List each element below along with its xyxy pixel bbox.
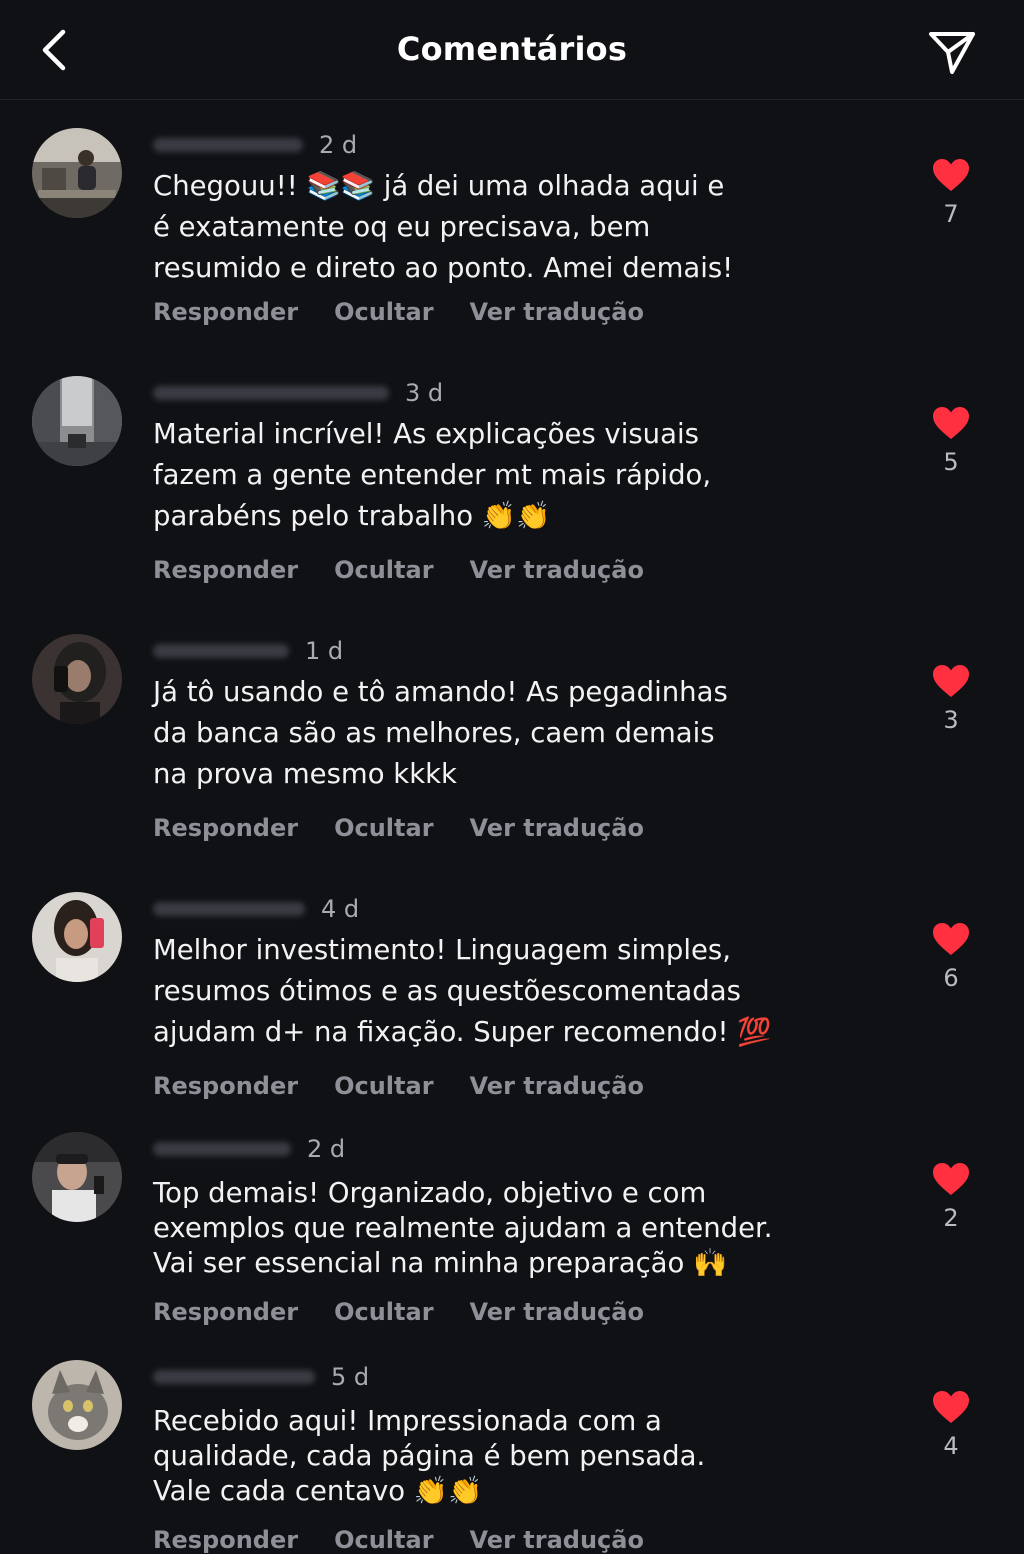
username-redacted[interactable] <box>153 138 303 152</box>
like-control: 2 <box>926 1162 976 1232</box>
comment-text: Melhor investimento! Linguagem simples, … <box>153 934 772 1048</box>
avatar[interactable] <box>32 1132 122 1222</box>
translate-button[interactable]: Ver tradução <box>470 814 644 842</box>
comment-text: Chegouu!! 📚📚 já dei uma olhada aqui e é … <box>153 170 734 284</box>
hide-button[interactable]: Ocultar <box>334 1526 433 1554</box>
comment-time: 2 d <box>307 1135 346 1163</box>
comment-actions: Responder Ocultar Ver tradução <box>153 1298 680 1326</box>
reply-button[interactable]: Responder <box>153 1298 298 1326</box>
hide-button[interactable]: Ocultar <box>334 1298 433 1326</box>
comment-actions: Responder Ocultar Ver tradução <box>153 298 680 326</box>
username-redacted[interactable] <box>153 644 289 658</box>
username-redacted[interactable] <box>153 386 389 400</box>
comment-actions: Responder Ocultar Ver tradução <box>153 1526 680 1554</box>
comment-text: Já tô usando e tô amando! As pegadinhas … <box>153 676 728 790</box>
comment-meta: 2 d <box>153 1134 345 1164</box>
like-control: 3 <box>926 664 976 734</box>
heart-icon[interactable] <box>932 1390 970 1424</box>
comment-actions: Responder Ocultar Ver tradução <box>153 814 680 842</box>
page-title: Comentários <box>396 30 628 68</box>
hide-button[interactable]: Ocultar <box>334 298 433 326</box>
send-icon <box>929 32 975 74</box>
comment-actions: Responder Ocultar Ver tradução <box>153 1072 680 1100</box>
comment-time: 4 d <box>321 895 360 923</box>
comment-time: 2 d <box>319 131 358 159</box>
translate-button[interactable]: Ver tradução <box>470 1072 644 1100</box>
like-control: 6 <box>926 922 976 992</box>
comment-actions: Responder Ocultar Ver tradução <box>153 556 680 584</box>
comment-meta: 5 d <box>153 1362 369 1392</box>
reply-button[interactable]: Responder <box>153 298 298 326</box>
avatar[interactable] <box>32 1360 122 1450</box>
like-count: 4 <box>943 1432 959 1460</box>
share-button[interactable] <box>926 26 978 78</box>
username-redacted[interactable] <box>153 1142 291 1156</box>
comment-time: 3 d <box>405 379 444 407</box>
avatar[interactable] <box>32 892 122 982</box>
heart-icon[interactable] <box>932 1162 970 1196</box>
like-count: 7 <box>943 200 959 228</box>
translate-button[interactable]: Ver tradução <box>470 298 644 326</box>
avatar[interactable] <box>32 128 122 218</box>
comment-meta: 4 d <box>153 894 359 924</box>
comment-text: Material incrível! As explicações visuai… <box>153 418 712 532</box>
heart-icon[interactable] <box>932 922 970 956</box>
comment-time: 1 d <box>305 637 344 665</box>
like-count: 5 <box>943 448 959 476</box>
comment-text: Recebido aqui! Impressionada com a quali… <box>153 1405 706 1507</box>
reply-button[interactable]: Responder <box>153 556 298 584</box>
like-count: 6 <box>943 964 959 992</box>
reply-button[interactable]: Responder <box>153 1072 298 1100</box>
username-redacted[interactable] <box>153 1370 315 1384</box>
translate-button[interactable]: Ver tradução <box>470 1526 644 1554</box>
like-control: 7 <box>926 158 976 228</box>
username-redacted[interactable] <box>153 902 305 916</box>
translate-button[interactable]: Ver tradução <box>470 556 644 584</box>
comment-meta: 3 d <box>153 378 443 408</box>
like-count: 2 <box>943 1204 959 1232</box>
reply-button[interactable]: Responder <box>153 1526 298 1554</box>
reply-button[interactable]: Responder <box>153 814 298 842</box>
avatar[interactable] <box>32 634 122 724</box>
hide-button[interactable]: Ocultar <box>334 556 433 584</box>
heart-icon[interactable] <box>932 406 970 440</box>
hide-button[interactable]: Ocultar <box>334 1072 433 1100</box>
avatar[interactable] <box>32 376 122 466</box>
heart-icon[interactable] <box>932 158 970 192</box>
like-control: 4 <box>926 1390 976 1460</box>
like-control: 5 <box>926 406 976 476</box>
heart-icon[interactable] <box>932 664 970 698</box>
comment-meta: 1 d <box>153 636 343 666</box>
like-count: 3 <box>943 706 959 734</box>
comment-meta: 2 d <box>153 130 357 160</box>
translate-button[interactable]: Ver tradução <box>470 1298 644 1326</box>
header: Comentários <box>0 0 1024 100</box>
comment-text: Top demais! Organizado, objetivo e com e… <box>153 1177 773 1279</box>
hide-button[interactable]: Ocultar <box>334 814 433 842</box>
comment-time: 5 d <box>331 1363 370 1391</box>
